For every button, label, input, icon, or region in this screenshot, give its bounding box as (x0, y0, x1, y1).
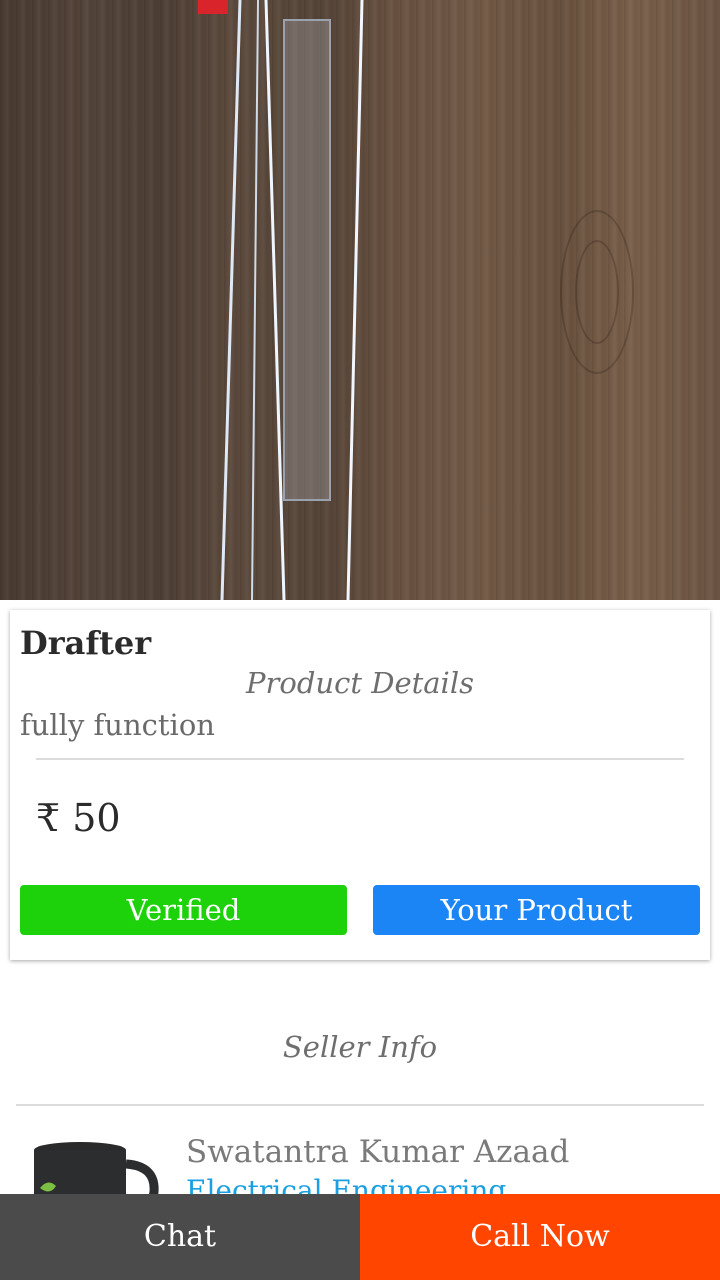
product-description: fully function (20, 708, 215, 742)
seller-name[interactable]: Swatantra Kumar Azaad (186, 1134, 569, 1170)
product-title: Drafter (20, 624, 152, 662)
seller-info-heading: Seller Info (282, 1030, 438, 1064)
call-now-button[interactable]: Call Now (360, 1194, 720, 1280)
product-price: ₹ 50 (36, 796, 121, 840)
seller-divider (16, 1104, 704, 1106)
card-divider (36, 758, 684, 760)
bottom-action-bar: Chat Call Now (0, 1194, 720, 1280)
drafter-ruler-image (198, 0, 364, 600)
product-detail-screen: Drafter Product Details fully function ₹… (0, 0, 720, 1280)
product-photo[interactable] (0, 0, 720, 600)
product-card: Drafter Product Details fully function ₹… (10, 610, 710, 960)
verified-button[interactable]: Verified (20, 885, 347, 935)
product-details-heading: Product Details (246, 666, 474, 700)
chat-button[interactable]: Chat (0, 1194, 360, 1280)
your-product-button[interactable]: Your Product (373, 885, 700, 935)
